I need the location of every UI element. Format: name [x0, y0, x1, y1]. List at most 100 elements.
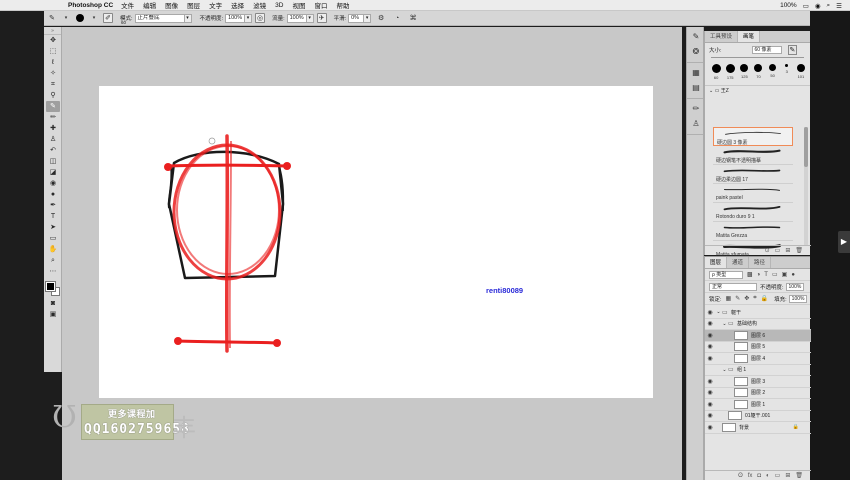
new-preset-icon[interactable]: ⊞	[785, 247, 790, 254]
tab-paths[interactable]: 路径	[749, 257, 772, 268]
add-mask-icon[interactable]: ◘	[757, 473, 761, 479]
pressure-opacity-icon[interactable]: ◎	[255, 13, 266, 23]
paint-bucket-tool-icon[interactable]: ◪	[46, 167, 60, 178]
blur-tool-icon[interactable]: ◉	[46, 178, 60, 189]
opacity-field[interactable]: 100%	[225, 13, 246, 23]
crop-tool-icon[interactable]: ⌗	[46, 79, 60, 90]
toolbar-grip[interactable]: »	[44, 27, 61, 35]
visibility-eye-icon[interactable]: ◉	[705, 389, 715, 396]
visibility-eye-icon[interactable]: ◉	[705, 378, 715, 385]
layer-group-row[interactable]: ◉ ⌄▭组 1	[705, 365, 811, 376]
pen-tool-icon[interactable]: ✒	[46, 200, 60, 211]
info-panel-icon[interactable]: ▤	[689, 81, 703, 93]
layer-row[interactable]: ◉ 图层 6	[705, 330, 811, 342]
layer-row[interactable]: ◉ 01躯干.001	[705, 411, 811, 422]
blend-mode-select[interactable]: 正常	[709, 282, 757, 291]
brush-preview[interactable]	[75, 13, 85, 23]
app-name[interactable]: Photoshop CC	[68, 2, 113, 9]
dodge-tool-icon[interactable]: ●	[46, 189, 60, 200]
visibility-eye-icon[interactable]: ◉	[705, 424, 715, 431]
lock-pixels-icon[interactable]: ✎	[735, 295, 740, 302]
brush-folder[interactable]: ⌄ ▭ 王Z	[705, 85, 810, 95]
brush-list-item[interactable]: paink pastel	[713, 184, 793, 203]
folder-new-icon[interactable]: ▭	[775, 247, 781, 254]
brush-preview-icon[interactable]: ⊙	[765, 247, 770, 254]
type-tool-icon[interactable]: T	[46, 211, 60, 222]
tab-channels[interactable]: 通道	[727, 257, 750, 268]
chevron-down-icon[interactable]: ▾	[245, 13, 253, 23]
brush-preset[interactable]: 175	[725, 64, 735, 80]
brush-preset[interactable]: 101	[796, 64, 806, 80]
healing-tool-icon[interactable]: ✚	[46, 123, 60, 134]
scroll-thumb[interactable]	[804, 127, 808, 167]
color-swatches[interactable]	[45, 281, 60, 296]
visibility-eye-icon[interactable]: ◉	[705, 355, 715, 362]
tab-layers[interactable]: 图层	[705, 257, 728, 268]
layer-row[interactable]: ◉ 图层 1	[705, 399, 811, 411]
brush-list-item[interactable]: 硬边柔边圆 17	[713, 165, 793, 184]
layer-row[interactable]: ◉ 图层 5	[705, 342, 811, 353]
magic-wand-tool-icon[interactable]: ✧	[46, 68, 60, 79]
new-group-icon[interactable]: ▭	[775, 472, 781, 479]
size-field[interactable]: 60 像素	[751, 46, 782, 54]
brush-tool-icon[interactable]: ✎	[47, 13, 57, 23]
visibility-eye-icon[interactable]: ◉	[705, 412, 715, 419]
menu-edit[interactable]: 编辑	[143, 0, 156, 10]
brush-preset[interactable]: 125	[739, 64, 749, 80]
clone-source-icon[interactable]: ♙	[689, 117, 703, 129]
marquee-tool-icon[interactable]: ⬚	[46, 46, 60, 57]
tab-tool-presets[interactable]: 工具预设	[705, 31, 739, 42]
brush-tool-icon[interactable]: ✎	[46, 101, 60, 112]
history-brush-tool-icon[interactable]: ↶	[46, 145, 60, 156]
lasso-tool-icon[interactable]: ℓ	[46, 57, 60, 68]
visibility-eye-icon[interactable]: ◉	[705, 332, 715, 339]
chevron-down-icon[interactable]: ▾	[364, 13, 372, 23]
layer-filter-select[interactable]: ρ 类型	[709, 270, 743, 279]
document-canvas[interactable]: renti80089	[99, 86, 653, 398]
brush-preset[interactable]: 50	[768, 64, 778, 80]
lock-position-icon[interactable]: ✥	[744, 295, 749, 302]
trash-icon[interactable]: 🗑	[795, 472, 803, 479]
chevron-down-icon[interactable]: ▾	[184, 13, 192, 23]
menu-image[interactable]: 图像	[165, 0, 178, 10]
filter-toggle-icon[interactable]: ●	[791, 272, 795, 278]
brush-panel-icon[interactable]: ✎	[689, 30, 703, 42]
clone-stamp-tool-icon[interactable]: ♙	[46, 134, 60, 145]
adjustment-layer-icon[interactable]: ◐	[766, 473, 770, 479]
chevron-down-icon[interactable]: ⌄	[709, 88, 713, 94]
notification-icon[interactable]: ☰	[836, 2, 842, 10]
brush-settings-icon[interactable]: ✐	[103, 13, 113, 23]
zoom-tool-icon[interactable]: ⌕	[46, 255, 60, 266]
menu-select[interactable]: 选择	[231, 0, 244, 10]
brush-list-item[interactable]: 硬边圆 3 像素	[713, 127, 793, 146]
mode-select[interactable]: 正片叠底	[134, 13, 185, 23]
lock-artboard-icon[interactable]: ⌗	[753, 295, 756, 302]
filter-smart-icon[interactable]: ▣	[782, 271, 788, 278]
menu-layer[interactable]: 图层	[187, 0, 200, 10]
menu-window[interactable]: 窗口	[314, 0, 327, 10]
layer-group-row[interactable]: ◉ ⌄ ▭ 基础结构	[705, 319, 811, 330]
layer-group-row[interactable]: ◉ ⌄ ▭ 躯干	[705, 307, 811, 319]
history-panel-icon[interactable]: ▦	[689, 66, 703, 78]
user-icon[interactable]: ◉	[815, 2, 821, 10]
menu-type[interactable]: 文字	[209, 0, 222, 10]
gear-icon[interactable]: ⚙	[376, 13, 386, 23]
chevron-down-icon[interactable]: ⌄	[721, 367, 728, 373]
eraser-tool-icon[interactable]: ◫	[46, 156, 60, 167]
visibility-eye-icon[interactable]: ◉	[705, 320, 715, 327]
chevron-down-icon[interactable]: ▾	[91, 13, 97, 23]
quick-mask-icon[interactable]: ◙	[46, 298, 60, 309]
screen-mode-icon[interactable]: ▣	[46, 309, 60, 320]
layer-row[interactable]: ◉ 图层 4	[705, 353, 811, 365]
pencil-tool-icon[interactable]: ✏	[46, 112, 60, 123]
pressure-size-icon[interactable]: ◔	[392, 13, 402, 23]
new-brush-icon[interactable]: ✎	[787, 45, 798, 55]
smooth-field[interactable]: 0%	[348, 13, 365, 23]
menu-file[interactable]: 文件	[121, 0, 134, 10]
fill-field[interactable]: 100%	[788, 294, 808, 303]
move-tool-icon[interactable]: ✥	[46, 35, 60, 46]
chevron-down-icon[interactable]: ▾	[63, 13, 69, 23]
chevron-down-icon[interactable]: ⌄	[721, 321, 728, 327]
visibility-eye-icon[interactable]: ◉	[705, 343, 715, 350]
visibility-eye-icon[interactable]: ◉	[705, 366, 715, 373]
